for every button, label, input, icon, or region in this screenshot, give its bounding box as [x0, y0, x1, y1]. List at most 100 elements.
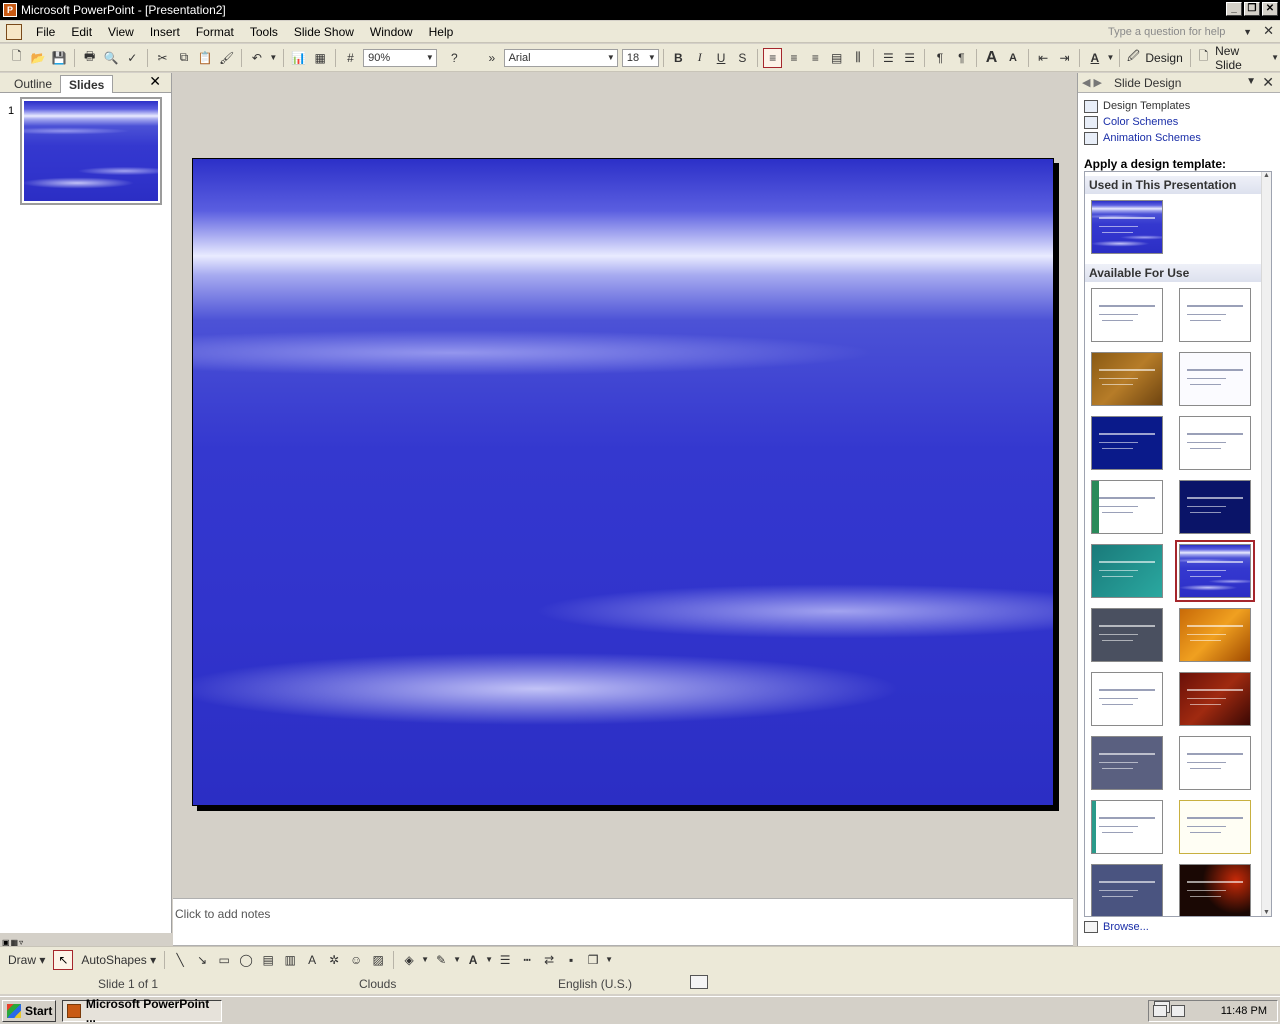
menu-edit[interactable]: Edit — [63, 25, 100, 39]
template-thumbnail[interactable] — [1091, 800, 1163, 854]
insert-table-icon[interactable]: ▦ — [310, 48, 329, 68]
start-button[interactable]: Start — [2, 1000, 56, 1022]
arrow-icon[interactable]: ↘ — [192, 950, 212, 970]
design-button[interactable]: 🖉 Design — [1124, 48, 1185, 68]
slide-canvas[interactable] — [192, 158, 1054, 806]
bold-icon[interactable]: B — [669, 48, 688, 68]
spelling-icon[interactable]: ✓ — [123, 48, 142, 68]
template-thumbnail[interactable] — [1091, 672, 1163, 726]
template-thumbnail[interactable] — [1091, 864, 1163, 916]
undo-icon[interactable]: ↶ — [247, 48, 266, 68]
template-thumbnail[interactable] — [1179, 288, 1251, 342]
font-select[interactable]: Arial ▼ — [503, 48, 618, 67]
minimize-button[interactable]: _ — [1226, 2, 1242, 16]
template-used-clouds[interactable] — [1091, 200, 1163, 254]
line-icon[interactable]: ╲ — [170, 950, 190, 970]
scroll-up-icon[interactable]: ▲ — [1263, 172, 1270, 179]
decrease-font-icon[interactable]: A — [1003, 48, 1022, 68]
underline-icon[interactable]: U — [711, 48, 730, 68]
template-thumbnail[interactable] — [1179, 800, 1251, 854]
template-thumbnail[interactable] — [1091, 544, 1163, 598]
cut-icon[interactable]: ✂ — [153, 48, 172, 68]
template-thumbnail[interactable] — [1179, 416, 1251, 470]
print-icon[interactable]: 🖶 — [80, 48, 99, 68]
line-color-icon[interactable]: ✎ — [431, 950, 451, 970]
menu-window[interactable]: Window — [362, 25, 421, 39]
open-icon[interactable]: 📂 — [28, 48, 47, 68]
draw-toolbar-options-icon[interactable]: ▼ — [605, 950, 613, 970]
menu-tools[interactable]: Tools — [242, 25, 286, 39]
font-size-select[interactable]: 18 ▼ — [621, 48, 659, 67]
menu-help[interactable]: Help — [421, 25, 462, 39]
new-slide-button[interactable]: 🗋 New Slide — [1195, 44, 1270, 72]
ltr-icon[interactable]: ¶ — [930, 48, 949, 68]
grid-icon[interactable]: # — [341, 48, 360, 68]
template-thumbnail[interactable] — [1091, 352, 1163, 406]
link-design-templates[interactable]: Design Templates — [1084, 98, 1190, 114]
template-thumbnail[interactable] — [1179, 736, 1251, 790]
bullets-icon[interactable]: ☰ — [900, 48, 919, 68]
taskbar-powerpoint-button[interactable]: Microsoft PowerPoint ... — [62, 997, 222, 1024]
increase-indent-icon[interactable]: ⇥ — [1055, 48, 1074, 68]
toolbar-overflow-icon[interactable]: ▼ — [1271, 48, 1279, 68]
autoshapes-menu-button[interactable]: AutoShapes ▾ — [77, 953, 160, 967]
shadow-style-icon[interactable]: ▪ — [561, 950, 581, 970]
shadow-icon[interactable]: S — [733, 48, 752, 68]
undo-dropdown-icon[interactable]: ▼ — [269, 48, 279, 68]
menu-format[interactable]: Format — [188, 25, 242, 39]
gallery-scrollbar[interactable]: ▲ ▼ — [1261, 172, 1271, 916]
chevron-down-icon[interactable]: ▼ — [1243, 24, 1252, 40]
format-painter-icon[interactable]: 🖌 — [217, 48, 236, 68]
text-box-icon[interactable]: ▤ — [258, 950, 278, 970]
menu-insert[interactable]: Insert — [142, 25, 188, 39]
template-thumbnail[interactable] — [1179, 672, 1251, 726]
search-icon[interactable] — [1171, 1005, 1185, 1017]
template-thumbnail[interactable] — [1091, 736, 1163, 790]
font-color-dropdown-icon[interactable]: ▼ — [1107, 48, 1115, 68]
chevron-down-icon[interactable]: ▼ — [1246, 76, 1256, 87]
menu-view[interactable]: View — [100, 25, 142, 39]
close-button[interactable]: ✕ — [1262, 2, 1278, 16]
browse-link[interactable]: Browse... — [1084, 921, 1149, 933]
oval-icon[interactable]: ◯ — [236, 950, 256, 970]
template-thumbnail[interactable] — [1179, 480, 1251, 534]
insert-chart-icon[interactable]: 📊 — [289, 48, 308, 68]
draw-menu-button[interactable]: Draw ▾ — [4, 953, 49, 967]
spelling-status-icon[interactable] — [690, 975, 708, 989]
italic-icon[interactable]: I — [690, 48, 709, 68]
font-color-icon[interactable]: A — [1085, 48, 1104, 68]
rtl-icon[interactable]: ¶ — [952, 48, 971, 68]
dash-style-icon[interactable]: ┅ — [517, 950, 537, 970]
tab-slides[interactable]: Slides — [60, 75, 114, 93]
align-right-icon[interactable]: ≡ — [806, 48, 825, 68]
select-objects-icon[interactable]: ↖ — [53, 949, 74, 970]
numbering-icon[interactable]: ☰ — [879, 48, 898, 68]
save-icon[interactable]: 💾 — [50, 48, 69, 68]
template-thumbnail[interactable] — [1179, 864, 1251, 916]
clip-art-icon[interactable]: ☺ — [346, 950, 366, 970]
line-color-dropdown-icon[interactable]: ▼ — [453, 950, 461, 970]
new-icon[interactable]: 🗋 — [7, 48, 26, 68]
template-thumbnail[interactable] — [1179, 352, 1251, 406]
fill-color-icon[interactable]: ◈ — [399, 950, 419, 970]
font-color-draw-icon[interactable]: A — [463, 950, 483, 970]
font-color-draw-dropdown-icon[interactable]: ▼ — [485, 950, 493, 970]
diagram-icon[interactable]: ✲ — [324, 950, 344, 970]
template-thumbnail[interactable] — [1091, 608, 1163, 662]
link-color-schemes[interactable]: Color Schemes — [1084, 114, 1178, 130]
toolbar-options-icon[interactable]: » — [485, 48, 499, 68]
back-forward-icon[interactable]: ◀ ▶ — [1082, 76, 1102, 89]
menu-file[interactable]: File — [28, 25, 63, 39]
restore-button[interactable]: ❐ — [1244, 2, 1260, 16]
3d-style-icon[interactable]: ❒ — [583, 950, 603, 970]
distribute-icon[interactable]: ▤ — [827, 48, 846, 68]
template-thumbnail[interactable] — [1091, 416, 1163, 470]
template-clouds-selected[interactable] — [1175, 540, 1255, 602]
rectangle-icon[interactable]: ▭ — [214, 950, 234, 970]
close-pane-icon[interactable]: ✕ — [149, 73, 161, 90]
increase-font-icon[interactable]: A — [982, 48, 1001, 68]
tab-outline[interactable]: Outline — [6, 75, 60, 93]
align-left-icon[interactable]: ≡ — [763, 47, 783, 68]
paste-icon[interactable]: 📋 — [196, 48, 215, 68]
line-style-icon[interactable]: ☰ — [495, 950, 515, 970]
